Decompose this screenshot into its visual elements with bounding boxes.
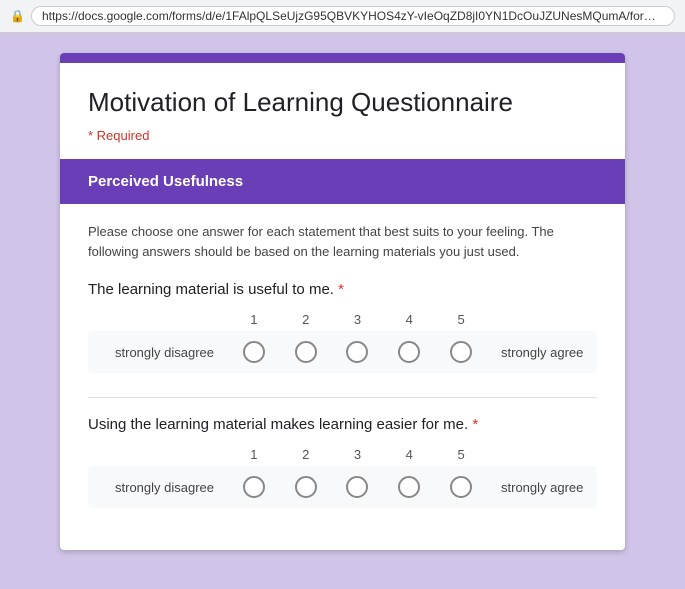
url-bar[interactable]: https://docs.google.com/forms/d/e/1FAlpQ… xyxy=(31,6,675,26)
scale-numbers-row-1: 1 2 3 4 5 xyxy=(88,312,597,327)
section-header: Perceived Usefulness xyxy=(60,159,625,204)
scale-num-2-3: 3 xyxy=(339,447,375,462)
strongly-disagree-label-1: strongly disagree xyxy=(88,345,228,360)
scale-num-2-4: 4 xyxy=(391,447,427,462)
strongly-agree-label-1: strongly agree xyxy=(487,345,597,360)
radio-1-2[interactable] xyxy=(295,341,317,363)
strongly-agree-label-2: strongly agree xyxy=(487,480,597,495)
radio-1-4[interactable] xyxy=(398,341,420,363)
scale-numbers-1: 1 2 3 4 5 xyxy=(228,312,487,327)
scale-num-1-3: 3 xyxy=(339,312,375,327)
scale-num-2-1: 1 xyxy=(236,447,272,462)
question-block-2: Using the learning material makes learni… xyxy=(88,416,597,508)
radio-2-4[interactable] xyxy=(398,476,420,498)
question-label-2: Using the learning material makes learni… xyxy=(88,416,597,433)
strongly-disagree-label-2: strongly disagree xyxy=(88,480,228,495)
required-star-1: * xyxy=(338,281,344,298)
scale-num-1-5: 5 xyxy=(443,312,479,327)
page-wrapper: Motivation of Learning Questionnaire * R… xyxy=(0,33,685,587)
radio-1-5[interactable] xyxy=(450,341,472,363)
radio-1-1[interactable] xyxy=(243,341,265,363)
browser-bar: 🔒 https://docs.google.com/forms/d/e/1FAl… xyxy=(0,0,685,33)
radio-options-1 xyxy=(228,341,487,363)
required-star-2: * xyxy=(472,416,478,433)
radio-1-3[interactable] xyxy=(346,341,368,363)
scale-options-row-1: strongly disagree strongly agree xyxy=(88,331,597,373)
form-card: Motivation of Learning Questionnaire * R… xyxy=(60,53,625,550)
scale-num-2-5: 5 xyxy=(443,447,479,462)
scale-num-1-4: 4 xyxy=(391,312,427,327)
lock-icon: 🔒 xyxy=(10,9,25,23)
radio-2-1[interactable] xyxy=(243,476,265,498)
form-header: Motivation of Learning Questionnaire * R… xyxy=(60,53,625,159)
scale-numbers-2: 1 2 3 4 5 xyxy=(228,447,487,462)
question-block-1: The learning material is useful to me. *… xyxy=(88,281,597,373)
section-title: Perceived Usefulness xyxy=(88,173,597,190)
form-body: Please choose one answer for each statem… xyxy=(60,204,625,550)
scale-numbers-row-2: 1 2 3 4 5 xyxy=(88,447,597,462)
divider xyxy=(88,397,597,398)
radio-2-3[interactable] xyxy=(346,476,368,498)
scale-options-row-2: strongly disagree strongly agree xyxy=(88,466,597,508)
radio-2-2[interactable] xyxy=(295,476,317,498)
radio-2-5[interactable] xyxy=(450,476,472,498)
instruction-text: Please choose one answer for each statem… xyxy=(88,222,597,261)
radio-options-2 xyxy=(228,476,487,498)
question-label-1: The learning material is useful to me. * xyxy=(88,281,597,298)
scale-num-1-1: 1 xyxy=(236,312,272,327)
form-title: Motivation of Learning Questionnaire xyxy=(88,87,597,118)
required-note: * Required xyxy=(88,128,597,143)
scale-num-1-2: 2 xyxy=(288,312,324,327)
scale-num-2-2: 2 xyxy=(288,447,324,462)
